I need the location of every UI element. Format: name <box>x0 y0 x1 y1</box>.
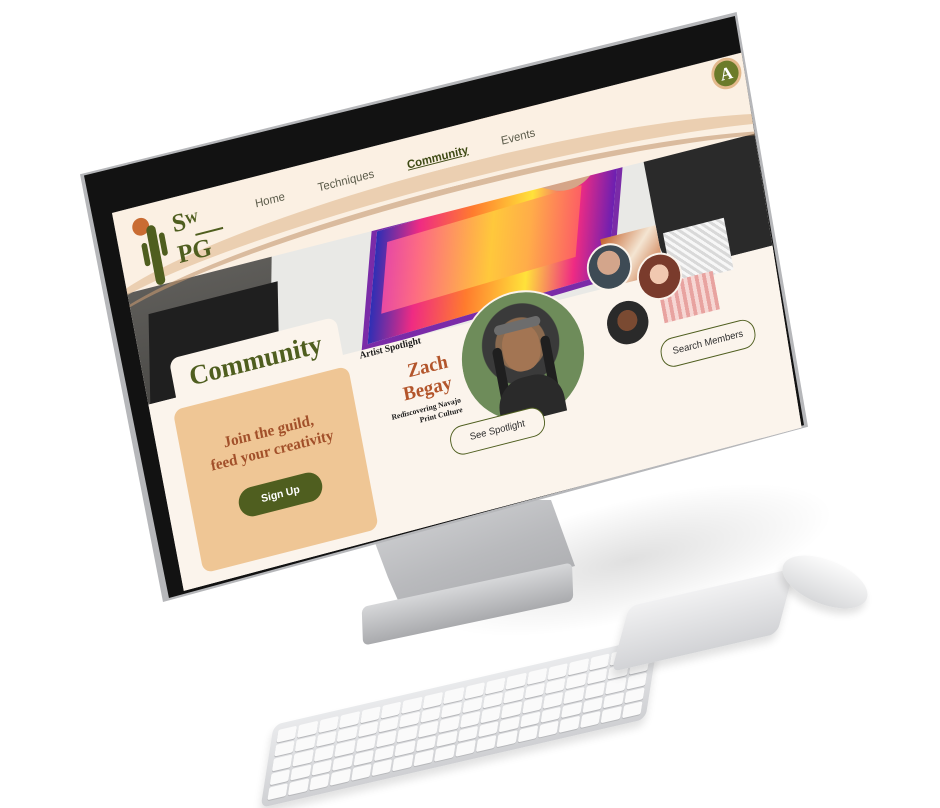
keyboard-key <box>579 711 601 729</box>
keyboard-key <box>454 740 476 757</box>
keyboard-key <box>475 735 497 753</box>
keyboard-key <box>288 778 310 796</box>
keyboard-key <box>517 725 539 743</box>
keyboard-key <box>547 663 569 680</box>
keyboard-key <box>484 677 506 695</box>
keyboard-key <box>413 749 435 767</box>
sign-up-button[interactable]: Sign Up <box>236 469 325 520</box>
keyboard-key <box>318 715 340 733</box>
keyboard-key <box>559 716 580 733</box>
keyboard-key <box>329 769 351 786</box>
keyboard-key <box>271 754 293 772</box>
logo-text: SW PG <box>170 200 229 269</box>
keyboard-key <box>621 701 643 719</box>
keyboard-key <box>371 759 393 777</box>
join-headline: Join the guild, feed your creativity <box>209 412 335 475</box>
keyboard-key <box>422 691 444 709</box>
keyboard-key <box>434 745 455 762</box>
keyboard-key <box>496 730 518 748</box>
keyboard-key <box>276 725 298 743</box>
member-avatar[interactable] <box>601 293 655 352</box>
keyboard-key <box>600 706 622 724</box>
keyboard-key <box>309 773 330 791</box>
keyboard-key <box>376 730 397 748</box>
keyboard-key <box>589 653 610 671</box>
keyboard-key <box>350 764 372 781</box>
keyboard-key <box>542 691 564 709</box>
keyboard-key <box>392 754 414 772</box>
keyboard-key <box>538 720 560 738</box>
keyboard-key <box>380 701 402 719</box>
